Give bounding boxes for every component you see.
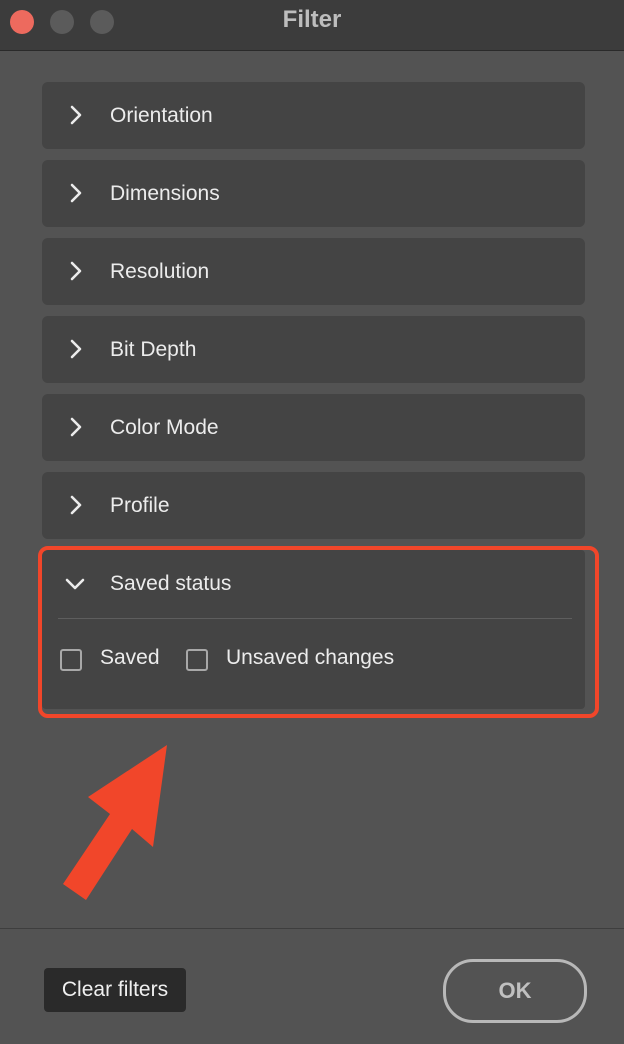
section-resolution[interactable]: Resolution (42, 238, 585, 305)
window-title: Filter (282, 6, 342, 33)
chevron-right-icon (66, 182, 86, 204)
section-label: Profile (110, 494, 170, 517)
section-label: Resolution (110, 260, 210, 283)
section-orientation[interactable]: Orientation (42, 82, 585, 149)
chevron-right-icon (66, 260, 86, 282)
section-color-mode[interactable]: Color Mode (42, 394, 585, 461)
section-label: Bit Depth (110, 338, 197, 361)
section-label: Color Mode (110, 416, 219, 439)
footer-divider (0, 928, 624, 929)
section-bit-depth[interactable]: Bit Depth (42, 316, 585, 383)
chevron-right-icon (66, 494, 86, 516)
annotation-highlight-box (38, 546, 599, 718)
section-dimensions[interactable]: Dimensions (42, 160, 585, 227)
chevron-right-icon (66, 416, 86, 438)
section-label: Orientation (110, 104, 213, 127)
section-profile[interactable]: Profile (42, 472, 585, 539)
annotation-arrow-icon (55, 740, 180, 910)
clear-filters-button[interactable]: Clear filters (44, 968, 186, 1012)
chevron-right-icon (66, 338, 86, 360)
ok-button[interactable]: OK (443, 959, 587, 1023)
chevron-right-icon (66, 104, 86, 126)
section-label: Dimensions (110, 182, 220, 205)
title-bar: Filter (0, 0, 624, 51)
